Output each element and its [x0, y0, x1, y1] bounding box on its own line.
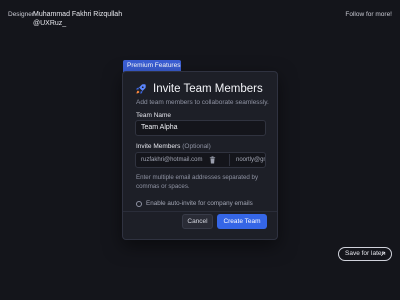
- follow-link[interactable]: Follow for more!: [345, 11, 392, 18]
- team-name-input[interactable]: Team Alpha: [135, 120, 266, 136]
- designer-name: Muhammad Fakhri Rizqullah: [33, 11, 123, 18]
- trash-icon[interactable]: [209, 156, 216, 164]
- email-chip: ruzfakhri@hotmail.com: [141, 157, 203, 163]
- invite-emails-input[interactable]: ruzfakhri@hotmail.com noortly@gmail: [135, 152, 266, 168]
- create-team-button[interactable]: Create Team: [217, 214, 267, 229]
- auto-invite-radio[interactable]: [136, 200, 142, 207]
- team-name-label: Team Name: [136, 112, 172, 119]
- invite-members-label-text: Invite Members: [136, 143, 181, 150]
- save-for-later-label: Save for later: [345, 250, 384, 257]
- modal-header: Invite Team Members: [135, 83, 263, 95]
- designer-credit: Muhammad Fakhri Rizqullah @UXRuz_: [33, 11, 143, 28]
- footer-divider: [123, 211, 277, 212]
- email-chip: noortly@gmail: [236, 157, 265, 163]
- modal-subtitle: Add team members to collaborate seamless…: [136, 99, 269, 106]
- top-bar: Designer Muhammad Fakhri Rizqullah @UXRu…: [8, 9, 392, 33]
- auto-invite-option[interactable]: Enable auto-invite for company emails: [136, 200, 253, 207]
- modal-title: Invite Team Members: [153, 83, 263, 95]
- designer-label: Designer: [8, 11, 35, 18]
- invite-team-modal: Invite Team Members Add team members to …: [122, 71, 278, 240]
- auto-invite-label: Enable auto-invite for company emails: [146, 200, 253, 207]
- save-for-later-button[interactable]: Save for later: [338, 247, 392, 261]
- chip-divider: [229, 154, 230, 166]
- invite-members-label: Invite Members (Optional): [136, 143, 211, 150]
- arrow-up-right-icon: [380, 251, 386, 257]
- rocket-icon: [136, 84, 146, 94]
- invite-helper-text: Enter multiple email addresses separated…: [136, 174, 259, 190]
- cancel-button[interactable]: Cancel: [182, 214, 213, 229]
- optional-hint: (Optional): [182, 143, 211, 150]
- designer-handle[interactable]: @UXRuz_: [33, 20, 143, 29]
